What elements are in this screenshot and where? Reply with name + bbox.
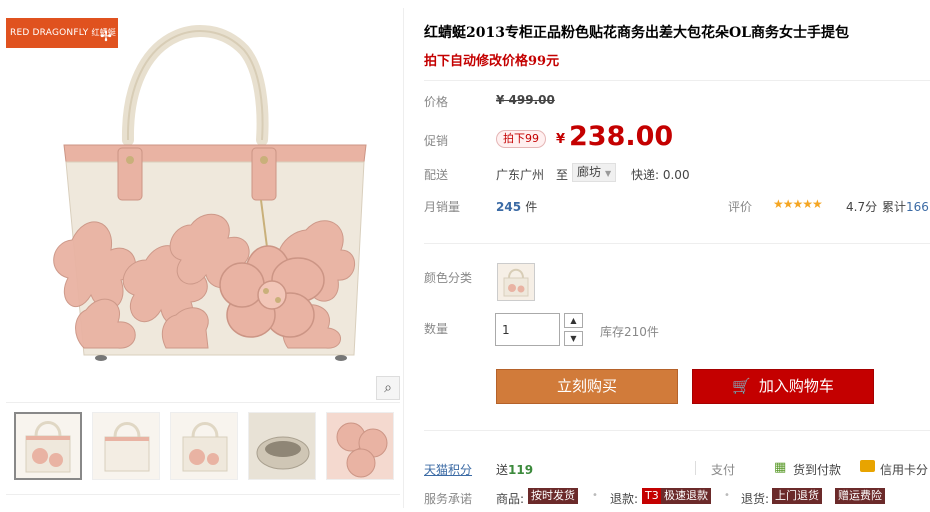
ship-from: 广东广州 <box>496 168 545 182</box>
review-label: 评价 <box>728 200 753 214</box>
divider <box>424 243 930 244</box>
thumbnail-bag-icon <box>104 422 150 472</box>
cod-icon: ▦ <box>774 460 787 475</box>
cumulative-label: 累计 <box>882 200 907 214</box>
shipping-insurance-badge[interactable]: 赠运费险 <box>835 488 885 504</box>
points-count: 119 <box>508 463 534 477</box>
cart-icon: 🛒 <box>732 377 751 395</box>
ship-to-label: 至 <box>556 168 569 182</box>
divider <box>695 461 696 475</box>
separator-dot: • <box>724 490 730 501</box>
on-time-delivery-badge[interactable]: 按时发货 <box>528 488 578 504</box>
thumbnail-bag-icon <box>25 421 71 473</box>
rating-score: 4.7分 <box>846 200 878 214</box>
add-to-cart-label: 加入购物车 <box>758 377 834 395</box>
gallery-divider-top <box>6 402 400 403</box>
credit-card-icon <box>860 460 875 472</box>
handbag-illustration <box>53 25 367 361</box>
return-label: 退货: <box>741 492 770 506</box>
stepper-down-icon[interactable]: ▼ <box>564 331 583 346</box>
home-return-badge[interactable]: 上门退货 <box>772 488 822 504</box>
goods-label: 商品: <box>496 492 525 506</box>
separator-dot: • <box>592 490 598 501</box>
dropdown-caret-icon: ▼ <box>605 169 612 178</box>
tmall-points-link[interactable]: 天猫积分 <box>424 461 472 478</box>
stepper-up-icon[interactable]: ▲ <box>564 313 583 328</box>
fast-refund-badge[interactable]: 极速退款 <box>661 488 711 504</box>
price-label: 价格 <box>424 95 449 109</box>
monthly-sales-count: 245 <box>496 200 522 214</box>
divider <box>424 80 930 81</box>
original-price: ¥ 499.00 <box>496 93 555 107</box>
ship-to-select[interactable]: 廊坊 ▼ <box>572 163 617 182</box>
monthly-sales: 245 件 <box>496 198 537 215</box>
credit-card-installment[interactable]: 信用卡分 <box>880 461 928 478</box>
monthly-sales-unit: 件 <box>525 200 538 214</box>
service-promise-label: 服务承诺 <box>424 492 473 506</box>
color-option-bag-icon <box>503 268 529 297</box>
brand-logo: RED DRAGONFLY 红蜻蜓 ✢ <box>6 18 118 48</box>
add-to-cart-button[interactable]: 🛒 加入购物车 <box>692 369 874 404</box>
thumbnail-1[interactable] <box>14 412 82 480</box>
payment-label: 支付 <box>711 463 736 477</box>
monthly-sales-label: 月销量 <box>424 200 461 214</box>
quantity-input[interactable] <box>495 313 560 346</box>
brand-logo-en: RED DRAGONFLY <box>10 28 89 38</box>
thumbnail-bag-interior-icon <box>256 436 310 470</box>
promo-label: 促销 <box>424 134 449 148</box>
thumbnail-4[interactable] <box>248 412 316 480</box>
cash-on-delivery[interactable]: 货到付款 <box>793 461 841 478</box>
stock-count: 库存210件 <box>600 325 659 339</box>
express-fee: 快递: 0.00 <box>631 168 690 182</box>
thumbnail-3[interactable] <box>170 412 238 480</box>
column-divider <box>403 8 404 508</box>
dragonfly-icon: ✢ <box>100 29 112 45</box>
product-title: 红蜻蜓2013专柜正品粉色贴花商务出差大包花朵OL商务女士手提包 <box>424 25 850 41</box>
zoom-button[interactable]: ⌕ <box>376 376 400 400</box>
rating-stars: ★★★★★ <box>773 197 823 211</box>
ship-to-value: 廊坊 <box>577 165 602 179</box>
currency-symbol: ¥ <box>556 132 566 147</box>
main-product-image[interactable] <box>6 10 400 400</box>
points-value: 送119 <box>496 461 533 478</box>
current-price: 238.00 <box>569 121 674 152</box>
refund-label: 退款: <box>610 492 639 506</box>
thumbnail-5[interactable] <box>326 412 394 480</box>
shipping-label: 配送 <box>424 168 449 182</box>
quantity-label: 数量 <box>424 322 449 336</box>
cumulative-count: 166 <box>906 200 929 214</box>
product-subtitle: 拍下自动修改价格99元 <box>424 54 560 69</box>
thumbnail-bag-icon <box>182 422 228 472</box>
promo-tag: 拍下99 <box>496 130 546 148</box>
zoom-icon: ⌕ <box>384 380 392 396</box>
thumbnail-strip <box>14 412 394 484</box>
points-prefix: 送 <box>496 463 509 477</box>
t3-badge: T3 <box>642 488 662 504</box>
gallery-divider-bottom <box>6 494 400 495</box>
divider <box>424 430 930 431</box>
cumulative-reviews[interactable]: 累计166 <box>882 198 929 215</box>
thumbnail-2[interactable] <box>92 412 160 480</box>
thumbnail-flower-detail-icon <box>336 422 388 478</box>
buy-now-button[interactable]: 立刻购买 <box>496 369 678 404</box>
color-label: 颜色分类 <box>424 271 473 285</box>
color-option[interactable] <box>497 263 535 301</box>
